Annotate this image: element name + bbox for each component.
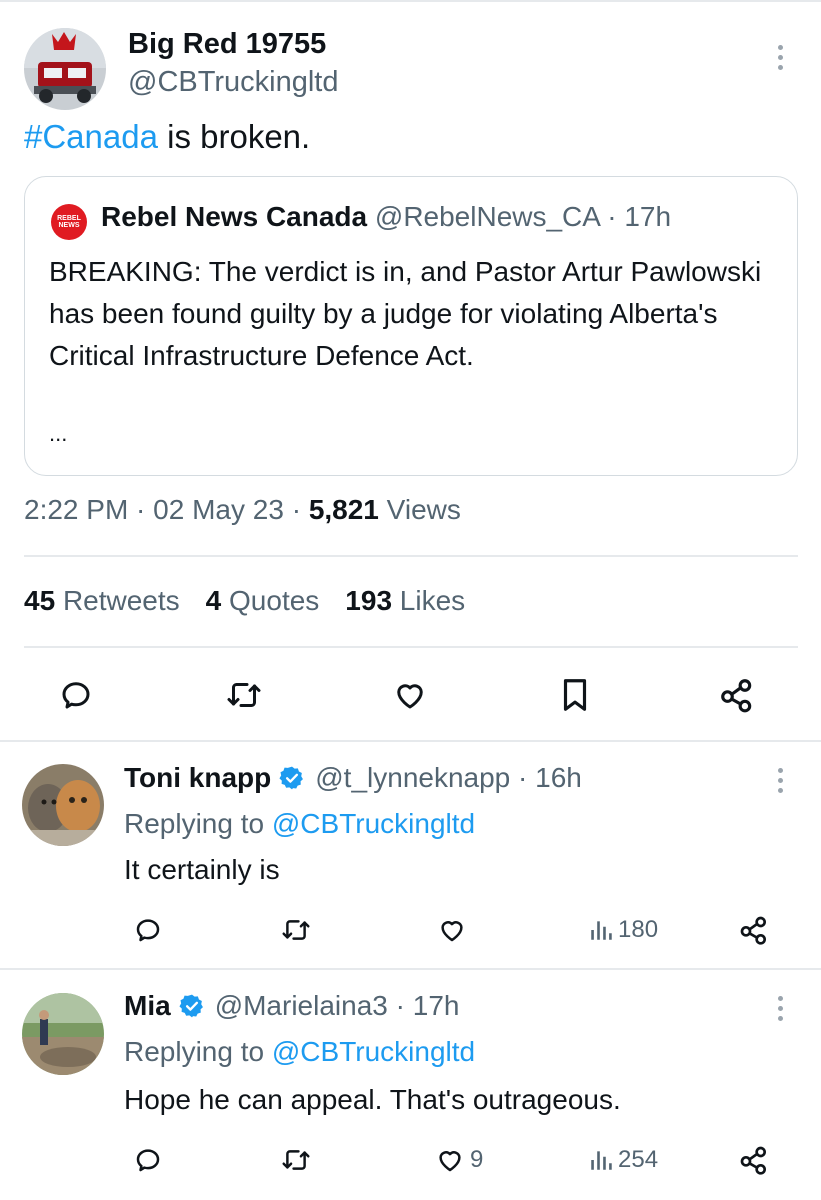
like-icon[interactable] [388,673,432,717]
retweet-icon[interactable] [278,1142,314,1178]
tweet-date: 02 May 23 [153,494,284,525]
quoted-tweet-ellipsis: ... [49,421,68,446]
like-icon [439,1151,461,1172]
reply-text: Hope he can appeal. That's outrageous. [124,1084,621,1115]
quoted-author-name: Rebel News Canada [101,201,368,232]
quoted-tweet-text: BREAKING: The verdict is in, and Pastor … [49,256,762,371]
share-icon[interactable] [715,673,759,717]
tweet-time: 2:22 PM [24,494,129,525]
more-options-icon[interactable] [775,996,785,1021]
tweet-metadata: 2:22 PM · 02 May 23 · 5,821 Views [24,494,461,525]
tweet-text: #Canada is broken. [24,118,310,156]
retweet-icon[interactable] [222,673,266,717]
reply-icon[interactable] [130,1142,166,1178]
views-icon [591,1151,612,1170]
reply-icon[interactable] [54,673,98,717]
reply-author-name[interactable]: Mia [124,990,171,1022]
replying-to: Replying to @CBTruckingltd [124,1036,476,1067]
replying-to: Replying to @CBTruckingltd [124,808,476,839]
reply-time: 17h [412,990,460,1021]
divider [24,555,798,557]
views-button[interactable]: 254 [588,1142,678,1178]
quoted-tweet-card[interactable]: REBEL NEWS Rebel News Canada @RebelNews_C… [24,176,798,476]
quotes-stat[interactable]: 4 Quotes [206,585,320,617]
share-icon[interactable] [736,912,772,948]
more-options-icon[interactable] [775,45,785,70]
reply-time: 16h [535,762,582,793]
likes-stat[interactable]: 193 Likes [345,585,465,617]
share-icon[interactable] [736,1142,772,1178]
reply-icon[interactable] [130,912,166,948]
views-button[interactable]: 180 [588,912,678,948]
bookmark-icon[interactable] [553,673,597,717]
author-handle[interactable]: @CBTruckingltd [128,66,338,99]
hashtag-link[interactable]: #Canada [24,118,158,155]
views-label: Views [386,494,461,525]
divider [0,740,821,742]
reply-author-handle[interactable]: @Marielaina3 [215,990,388,1022]
divider [0,968,821,970]
divider [24,646,798,648]
like-button[interactable]: 9 [434,1142,494,1178]
replying-to-link[interactable]: @CBTruckingltd [272,808,475,839]
reply-avatar[interactable] [22,993,104,1075]
views-count: 5,821 [308,494,379,525]
rebel-news-logo-icon: REBEL NEWS [51,204,87,240]
top-border [0,0,821,2]
reply-header: Mia @Marielaina3 · 17h [124,990,460,1022]
retweets-stat[interactable]: 45 Retweets [24,585,180,617]
verified-badge-icon [179,994,203,1018]
verified-badge-icon [279,766,304,790]
retweet-icon[interactable] [278,912,314,948]
like-icon[interactable] [434,912,470,948]
author-avatar[interactable] [24,28,106,110]
more-options-icon[interactable] [775,768,785,793]
tweet-text-body: is broken. [157,118,311,155]
quoted-author-handle: @RebelNews_CA [374,201,600,232]
views-count: 180 [618,916,659,943]
engagement-stats: 45 Retweets 4 Quotes 193 Likes [24,585,465,617]
reply-author-name[interactable]: Toni knapp [124,762,271,794]
quoted-tweet-time: 17h [624,201,672,232]
views-count: 254 [618,1146,659,1173]
replying-to-link[interactable]: @CBTruckingltd [272,1036,475,1067]
quoted-tweet-header: Rebel News Canada @RebelNews_CA · 17h [101,201,672,232]
reply-text: It certainly is [124,854,280,885]
author-name[interactable]: Big Red 19755 [128,28,326,61]
reply-author-handle[interactable]: @t_lynneknapp [315,762,510,794]
views-icon [591,921,612,940]
like-count: 9 [470,1146,484,1173]
reply-avatar[interactable] [22,764,104,846]
reply-header: Toni knapp @t_lynneknapp · 16h [124,762,582,794]
